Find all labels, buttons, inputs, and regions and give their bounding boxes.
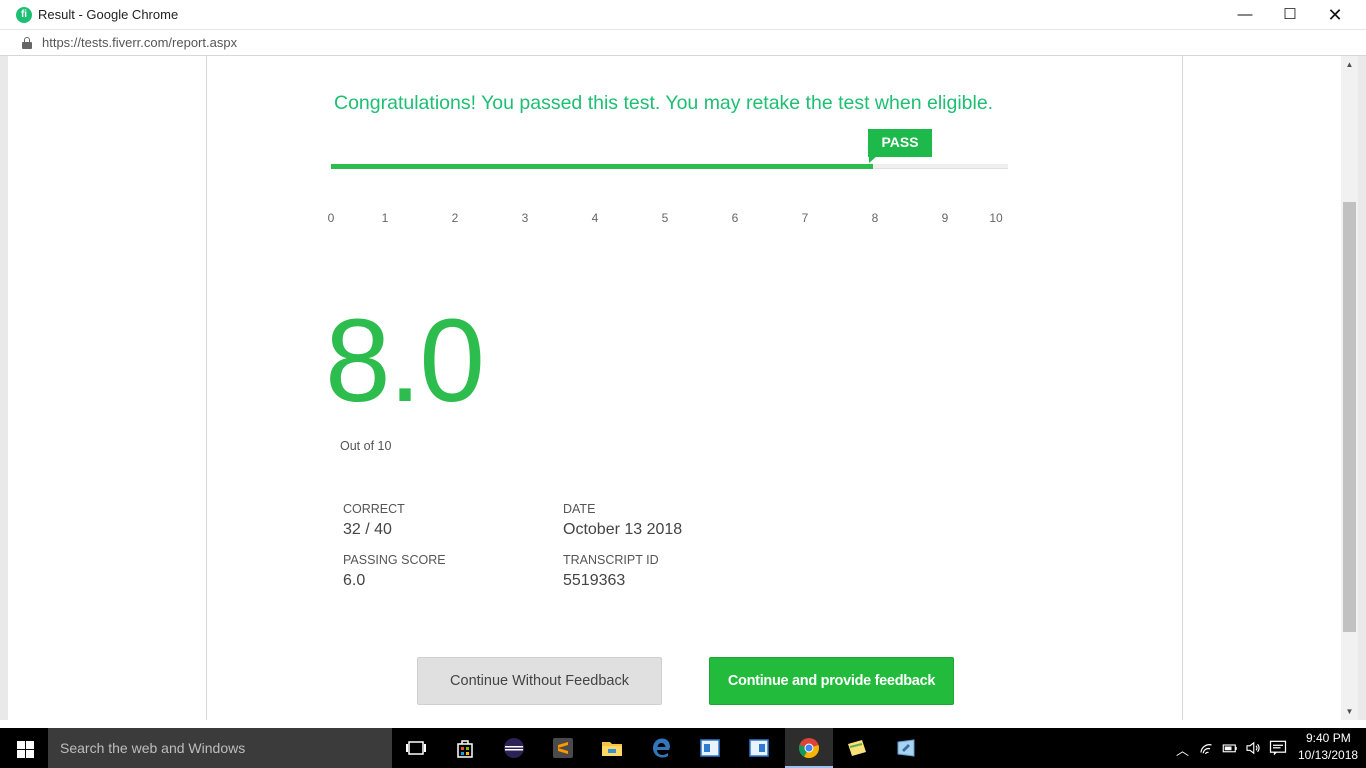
- score-progress-bar: [331, 164, 1008, 169]
- windows-taskbar: Search the web and Windows ︿ 9:40 PM 10/…: [0, 728, 1366, 768]
- clock-date[interactable]: 10/13/2018: [1298, 748, 1358, 762]
- store-icon[interactable]: [453, 736, 477, 760]
- scrollbar-thumb[interactable]: [1343, 202, 1356, 632]
- file-explorer-icon[interactable]: [600, 736, 624, 760]
- eclipse-icon[interactable]: [502, 736, 526, 760]
- result-card: Congratulations! You passed this test. Y…: [206, 56, 1183, 720]
- taskbar-search-box[interactable]: Search the web and Windows: [48, 728, 392, 768]
- fiverr-favicon-icon: fi: [16, 7, 32, 23]
- minimize-button[interactable]: —: [1222, 0, 1268, 30]
- lock-icon: [22, 37, 32, 49]
- passing-score-label: PASSING SCORE: [343, 553, 446, 567]
- scale-tick-2: 2: [451, 211, 459, 225]
- taskbar-search-placeholder: Search the web and Windows: [60, 740, 246, 756]
- scroll-up-arrow-icon[interactable]: ▲: [1341, 56, 1358, 73]
- scale-tick-9: 9: [941, 211, 949, 225]
- date-label: DATE: [563, 502, 596, 516]
- scale-tick-7: 7: [801, 211, 809, 225]
- transcript-id-value: 5519363: [563, 572, 626, 589]
- passing-score-value: 6.0: [343, 572, 366, 589]
- edge-browser-icon[interactable]: [649, 736, 673, 760]
- scale-tick-8: 8: [871, 211, 879, 225]
- page-viewport: Congratulations! You passed this test. Y…: [8, 56, 1341, 720]
- chrome-icon[interactable]: [797, 736, 821, 760]
- continue-with-feedback-button[interactable]: Continue and provide feedback: [709, 657, 954, 705]
- scale-tick-3: 3: [521, 211, 529, 225]
- task-view-icon[interactable]: [404, 736, 428, 760]
- app-window-2-icon[interactable]: [747, 736, 771, 760]
- score-progress-fill: [331, 164, 873, 169]
- continue-without-feedback-button[interactable]: Continue Without Feedback: [417, 657, 662, 705]
- score-caption: Out of 10: [340, 439, 392, 453]
- clock-time[interactable]: 9:40 PM: [1306, 731, 1351, 745]
- window-title: Result - Google Chrome: [38, 7, 179, 22]
- page-margin-right: [1358, 56, 1366, 720]
- sublime-text-icon[interactable]: [551, 736, 575, 760]
- wifi-icon[interactable]: [1198, 736, 1216, 760]
- window-titlebar: fi Result - Google Chrome — ☐ ✕: [0, 0, 1366, 30]
- notes-app-icon[interactable]: [845, 736, 869, 760]
- address-bar[interactable]: https://tests.fiverr.com/report.aspx: [0, 30, 1366, 56]
- show-hidden-icons-icon[interactable]: ︿: [1176, 740, 1189, 759]
- result-message: Congratulations! You passed this test. Y…: [334, 92, 994, 114]
- paint-app-icon[interactable]: [894, 736, 918, 760]
- start-button[interactable]: [0, 728, 48, 768]
- page-scrollbar[interactable]: ▲ ▼: [1341, 56, 1358, 720]
- correct-value: 32 / 40: [343, 521, 392, 538]
- pass-badge-pointer: [869, 156, 877, 163]
- close-button[interactable]: ✕: [1312, 0, 1358, 30]
- scroll-down-arrow-icon[interactable]: ▼: [1341, 703, 1358, 720]
- scale-tick-10: 10: [989, 211, 1003, 225]
- transcript-id-label: TRANSCRIPT ID: [563, 553, 659, 567]
- page-margin-left: [0, 56, 8, 720]
- scale-tick-4: 4: [591, 211, 599, 225]
- scale-tick-0: 0: [327, 211, 335, 225]
- scale-tick-5: 5: [661, 211, 669, 225]
- url-text[interactable]: https://tests.fiverr.com/report.aspx: [42, 35, 237, 50]
- scale-tick-1: 1: [381, 211, 389, 225]
- notifications-icon[interactable]: [1268, 736, 1288, 760]
- app-window-icon[interactable]: [698, 736, 722, 760]
- volume-icon[interactable]: [1244, 736, 1262, 760]
- scale-tick-6: 6: [731, 211, 739, 225]
- score-value: 8.0: [325, 295, 485, 427]
- maximize-button[interactable]: ☐: [1267, 0, 1313, 30]
- battery-icon[interactable]: [1221, 736, 1239, 760]
- correct-label: CORRECT: [343, 502, 405, 516]
- date-value: October 13 2018: [563, 521, 683, 538]
- pass-badge: PASS: [868, 129, 932, 157]
